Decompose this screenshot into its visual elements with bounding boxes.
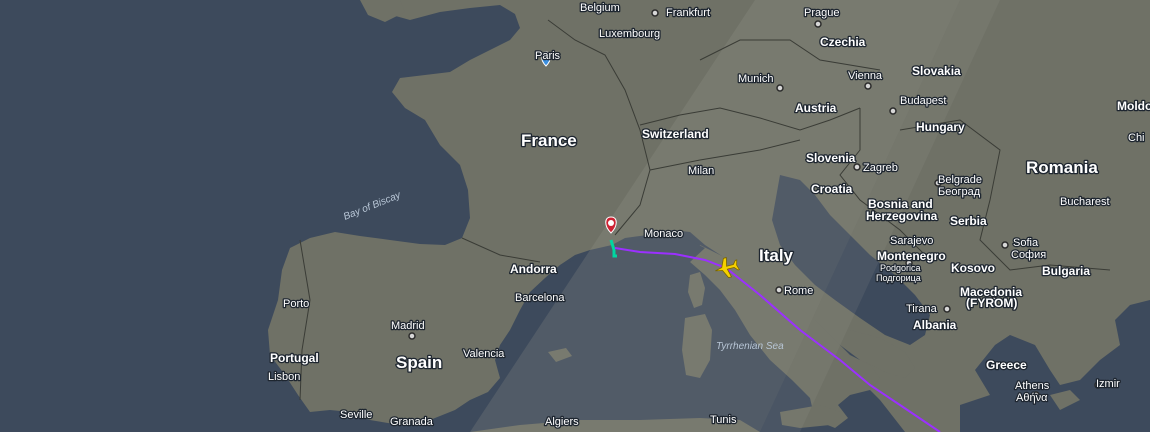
- label-bucharest: Bucharest: [1060, 196, 1110, 208]
- label-switzerland: Switzerland: [642, 127, 709, 141]
- label-kosovo: Kosovo: [951, 261, 995, 275]
- label-czechia: Czechia: [820, 35, 866, 49]
- label-munich: Munich: [738, 73, 773, 85]
- label-fyrom: (FYROM): [966, 296, 1017, 310]
- label-seville: Seville: [340, 409, 372, 421]
- label-rome: Rome: [784, 285, 813, 297]
- label-milan: Milan: [688, 165, 714, 177]
- label-andorra: Andorra: [510, 262, 557, 276]
- label-belgrade-cyr: Београд: [938, 186, 981, 198]
- label-vienna: Vienna: [848, 70, 883, 82]
- label-sarajevo: Sarajevo: [890, 235, 933, 247]
- label-tyrrhenian-sea: Tyrrhenian Sea: [716, 341, 784, 352]
- label-slovenia: Slovenia: [806, 151, 856, 165]
- label-lisbon: Lisbon: [268, 371, 300, 383]
- label-belgrade: Belgrade: [938, 174, 982, 186]
- label-italy: Italy: [759, 246, 794, 265]
- label-podgorica-cyr: Подгорица: [876, 273, 921, 283]
- label-portugal: Portugal: [270, 351, 319, 365]
- label-zagreb: Zagreb: [863, 162, 898, 174]
- label-slovakia: Slovakia: [912, 64, 961, 78]
- label-prague: Prague: [804, 7, 839, 19]
- label-albania: Albania: [913, 318, 957, 332]
- label-romania: Romania: [1026, 158, 1098, 177]
- label-greece: Greece: [986, 358, 1027, 372]
- label-madrid: Madrid: [391, 320, 425, 332]
- label-moldova-partial: Moldo: [1117, 99, 1150, 113]
- label-bulgaria: Bulgaria: [1042, 264, 1090, 278]
- label-tunis: Tunis: [710, 414, 737, 426]
- label-porto: Porto: [283, 298, 309, 310]
- label-podgorica: Podgorica: [880, 263, 921, 273]
- label-austria: Austria: [795, 101, 837, 115]
- label-budapest: Budapest: [900, 95, 946, 107]
- label-monaco: Monaco: [644, 228, 683, 240]
- label-hungary: Hungary: [916, 120, 965, 134]
- label-luxembourg: Luxembourg: [599, 28, 660, 40]
- label-barcelona: Barcelona: [515, 292, 565, 304]
- label-sofia-cyr: София: [1011, 249, 1046, 261]
- label-frankfurt: Frankfurt: [666, 7, 710, 19]
- flight-tracker-map[interactable]: Belgium Frankfurt Prague Czechia Luxembo…: [0, 0, 1150, 432]
- label-chisinau-partial: Chi: [1128, 132, 1145, 144]
- label-bosnia-2: Herzegovina: [866, 209, 938, 223]
- label-sofia: Sofia: [1013, 237, 1039, 249]
- label-valencia: Valencia: [463, 348, 505, 360]
- label-paris: Paris: [535, 50, 561, 62]
- label-tirana: Tirana: [906, 303, 938, 315]
- label-serbia: Serbia: [950, 214, 987, 228]
- label-athens-gr: Αθήνα: [1016, 392, 1048, 404]
- label-spain: Spain: [396, 353, 442, 372]
- label-izmir: Izmir: [1096, 378, 1120, 390]
- label-granada: Granada: [390, 416, 434, 428]
- label-algiers: Algiers: [545, 416, 579, 428]
- label-france: France: [521, 131, 577, 150]
- label-athens: Athens: [1015, 380, 1050, 392]
- label-croatia: Croatia: [811, 182, 853, 196]
- label-montenegro: Montenegro: [877, 249, 946, 263]
- label-belgium: Belgium: [580, 2, 620, 14]
